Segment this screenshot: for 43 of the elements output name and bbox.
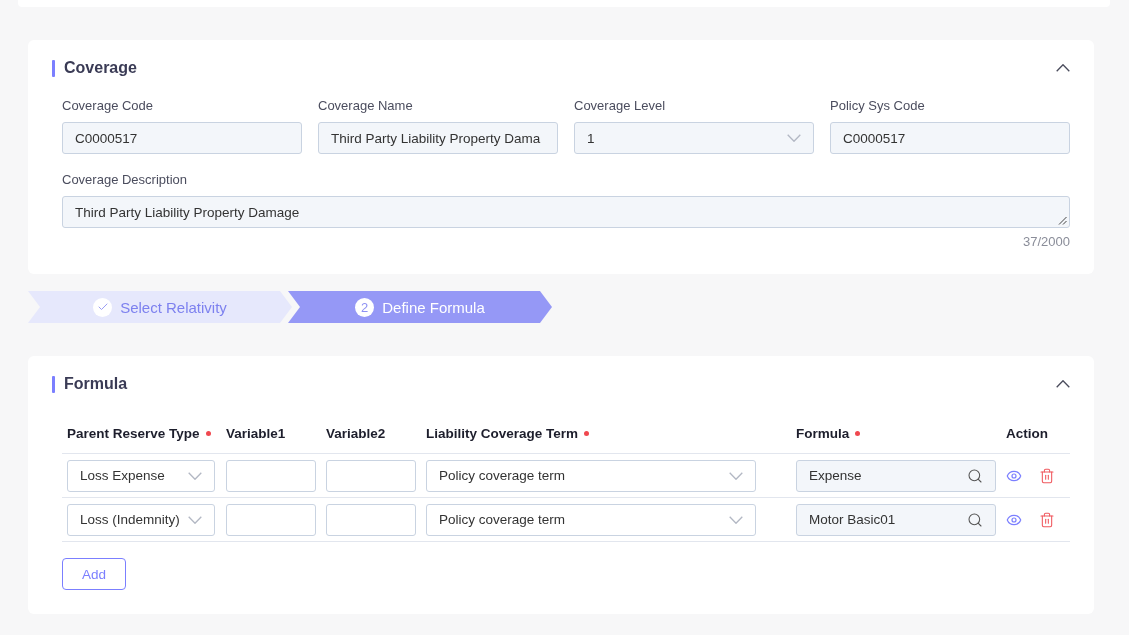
section-title: Coverage bbox=[64, 58, 137, 78]
field-label: Policy Sys Code bbox=[830, 98, 926, 114]
check-icon bbox=[93, 297, 113, 317]
search-field[interactable]: Motor Basic01 bbox=[796, 503, 996, 536]
chevron-up-icon bbox=[1056, 380, 1070, 388]
collapse-button[interactable] bbox=[1056, 64, 1070, 72]
column-header: Action bbox=[1006, 426, 1048, 441]
trash-icon bbox=[1039, 467, 1055, 484]
accent-bar-icon bbox=[52, 375, 55, 393]
chevron-up-icon bbox=[1056, 64, 1070, 72]
column-header: Variable1 bbox=[226, 426, 286, 441]
select-field[interactable]: Policy coverage term bbox=[426, 503, 756, 536]
chevron-down-icon bbox=[188, 515, 202, 524]
collapse-button[interactable] bbox=[1056, 380, 1070, 388]
chevron-down-icon bbox=[787, 134, 801, 142]
search-icon bbox=[967, 467, 983, 484]
chevron-down-icon bbox=[729, 515, 743, 524]
field-label: Coverage Name bbox=[318, 98, 414, 114]
chevron-down-icon bbox=[188, 471, 202, 480]
field-label: Coverage Code bbox=[62, 98, 155, 114]
input-field[interactable] bbox=[326, 459, 416, 492]
select-field[interactable]: Loss Expense bbox=[67, 459, 215, 492]
select-field[interactable]: Loss (Indemnity) bbox=[67, 503, 215, 536]
column-header: Parent Reserve Type bbox=[67, 426, 200, 441]
column-header: Variable2 bbox=[326, 426, 386, 441]
column-header: Formula bbox=[796, 426, 850, 441]
input-field[interactable] bbox=[326, 503, 416, 536]
character-counter: 37/2000 bbox=[1023, 234, 1070, 250]
select-field[interactable]: Policy coverage term bbox=[426, 459, 756, 492]
column-header: Liability Coverage Term bbox=[426, 426, 579, 441]
delete-button[interactable] bbox=[1039, 511, 1055, 528]
search-icon bbox=[967, 511, 983, 528]
delete-button[interactable] bbox=[1039, 467, 1055, 484]
field-label: Coverage Description bbox=[62, 172, 188, 188]
field-label: Coverage Level bbox=[574, 98, 667, 114]
accent-bar-icon bbox=[52, 59, 55, 77]
section-title: Formula bbox=[64, 374, 128, 394]
trash-icon bbox=[1039, 511, 1055, 528]
input-field[interactable] bbox=[226, 459, 316, 492]
chevron-down-icon bbox=[729, 471, 743, 480]
step-number: 2 bbox=[355, 297, 375, 317]
input-field[interactable] bbox=[226, 503, 316, 536]
search-field[interactable]: Expense bbox=[796, 459, 996, 492]
